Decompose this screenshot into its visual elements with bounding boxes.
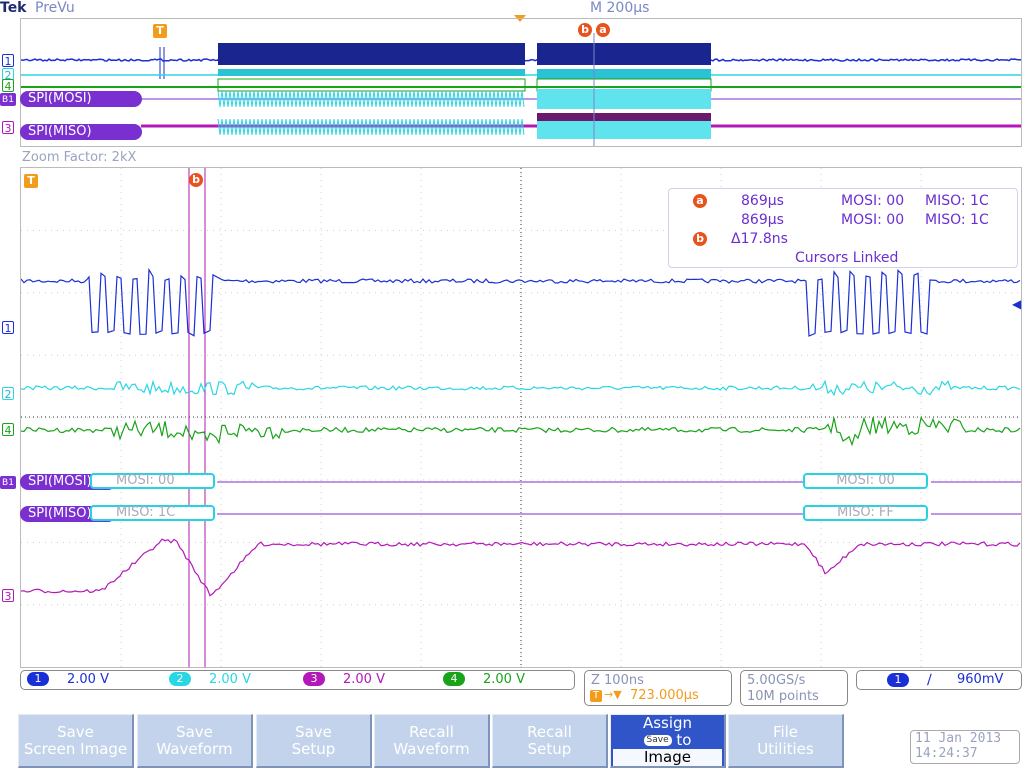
readout-b-miso: MISO: 1C	[925, 212, 989, 228]
cursor-readout-panel: a 869µs MOSI: 00 MISO: 1C 869µs MOSI: 00…	[668, 188, 1018, 268]
timebase-readout: M 200µs	[590, 0, 650, 16]
ch3-scale-badge: 3	[303, 672, 325, 686]
cursor-b-marker[interactable]: b	[578, 23, 592, 37]
trigger-offset-icon: T	[590, 690, 602, 702]
miso-packet-2[interactable]: MISO: FF	[803, 505, 928, 521]
overview-miso-activity	[537, 113, 711, 121]
record-length: 10M points	[747, 689, 819, 704]
button-label-line1: File	[772, 722, 799, 741]
readout-delta: Δ17.8ns	[731, 231, 788, 247]
mosi-packet-2[interactable]: MOSI: 00	[803, 473, 928, 489]
button-label-line2: Waveform	[393, 739, 470, 758]
button-label-line2: Save to	[611, 732, 724, 749]
overview-ch1-marker[interactable]: 1	[2, 54, 14, 68]
date: 11 Jan 2013	[915, 731, 1002, 746]
ch3-trace	[21, 538, 1021, 597]
sample-rate: 5.00GS/s	[747, 673, 806, 688]
overview-ch4-marker[interactable]: 4	[2, 79, 14, 93]
overview-bus-marker[interactable]: B1	[0, 93, 16, 106]
cursor-a-marker[interactable]: a	[596, 23, 610, 37]
button-label-line1: Assign	[642, 714, 693, 732]
button-label-to: to	[676, 731, 692, 749]
overview-miso-bus-label[interactable]: SPI(MISO)	[20, 124, 142, 140]
ch4-scale-badge: 4	[443, 672, 465, 686]
readout-a-miso: MISO: 1C	[925, 193, 989, 209]
readout-a-time: 869µs	[741, 193, 784, 209]
trigger-marker-icon[interactable]: T	[153, 24, 167, 38]
miso-packet-1[interactable]: MISO: 1C	[90, 505, 215, 521]
acquisition-readout[interactable]: 5.00GS/s 10M points	[740, 670, 848, 706]
button-label-line1: Recall	[527, 722, 572, 741]
zoom-ch4-marker[interactable]: 4	[2, 423, 14, 437]
vertical-scale-readout[interactable]: 1 2.00 V 2 2.00 V 3 2.00 V 4 2.00 V	[20, 670, 575, 690]
button-label-line1: Recall	[409, 722, 454, 741]
trigger-arrow-icon: →▼	[604, 688, 622, 701]
zoom-bus-marker[interactable]: B1	[0, 476, 16, 489]
ch3-scale-value: 2.00 V	[343, 672, 385, 687]
ch1-offset-arrow-icon: ◀	[1012, 297, 1022, 311]
readout-cursors-linked: Cursors Linked	[795, 250, 899, 266]
date-time-display: 11 Jan 2013 14:24:37	[910, 730, 1020, 764]
brand-logo: Tek	[0, 0, 27, 16]
overview-waveforms	[21, 33, 1021, 146]
button-label-line1: Save	[176, 722, 213, 741]
overview-mosi-burst-2	[537, 89, 711, 109]
zoom-cursor-b-marker[interactable]: b	[189, 173, 203, 187]
time: 14:24:37	[915, 746, 978, 761]
mosi-packet-1[interactable]: MOSI: 00	[90, 473, 215, 489]
zoom-factor: Zoom Factor: 2kX	[22, 150, 137, 165]
ch2-scale-value: 2.00 V	[209, 672, 251, 687]
recall-setup-button[interactable]: Recall Setup	[492, 714, 608, 768]
recall-waveform-button[interactable]: Recall Waveform	[374, 714, 490, 768]
readout-b-time: 869µs	[741, 212, 784, 228]
ch2-scale-badge: 2	[169, 672, 191, 686]
readout-cursor-b-icon: b	[693, 232, 707, 246]
overview-ch2-burst-2	[537, 69, 711, 79]
zoom-trigger-marker-icon[interactable]: T	[24, 174, 38, 188]
overview-ch3-marker[interactable]: 3	[2, 121, 14, 135]
overview-ch2-burst-1	[218, 69, 525, 76]
save-waveform-button[interactable]: Save Waveform	[137, 714, 253, 768]
button-label-line2: Setup	[527, 739, 572, 758]
save-key-icon: Save	[643, 735, 672, 746]
trigger-readout[interactable]: 1 ∕ 960mV	[856, 670, 1022, 690]
zoom-scale: Z 100ns	[591, 673, 644, 688]
button-label-line2: Utilities	[757, 739, 814, 758]
readout-a-mosi: MOSI: 00	[841, 193, 905, 209]
horizontal-readout[interactable]: Z 100ns T →▼ 723.000µs	[584, 670, 732, 706]
save-setup-button[interactable]: Save Setup	[256, 714, 372, 768]
zoom-ch3-marker[interactable]: 3	[2, 589, 14, 603]
acquisition-mode: PreVu	[35, 0, 75, 16]
overview-panel[interactable]	[20, 18, 1022, 147]
file-utilities-button[interactable]: File Utilities	[728, 714, 844, 768]
overview-ch1-burst-1	[218, 43, 525, 65]
button-label-line1: Save	[295, 722, 332, 741]
button-label-line1: Save	[57, 722, 94, 741]
ch1-scale-value: 2.00 V	[67, 672, 109, 687]
zoom-ch1-marker[interactable]: 1	[2, 321, 14, 335]
button-label-line2: Waveform	[156, 739, 233, 758]
readout-cursor-a-icon: a	[693, 194, 707, 208]
ch1-trace	[21, 267, 1021, 337]
zoom-ch2-marker[interactable]: 2	[2, 387, 14, 401]
ch4-scale-value: 2.00 V	[483, 672, 525, 687]
rising-edge-icon: ∕	[927, 672, 932, 688]
button-label-line2: Screen Image	[23, 739, 128, 758]
save-screen-image-button[interactable]: Save Screen Image	[18, 714, 134, 768]
button-label-line2: Setup	[291, 739, 336, 758]
overview-mosi-bus-label[interactable]: SPI(MOSI)	[20, 91, 142, 107]
overview-ch1-burst-2	[537, 43, 711, 65]
ch1-scale-badge: 1	[27, 672, 49, 686]
readout-b-mosi: MOSI: 00	[841, 212, 905, 228]
assign-save-button[interactable]: Assign Save to Image	[610, 714, 726, 768]
trigger-source-badge: 1	[887, 673, 909, 687]
trigger-position: 723.000µs	[630, 688, 699, 703]
overview-ch4-burst-1	[217, 78, 526, 92]
trigger-level: 960mV	[957, 672, 1004, 687]
button-label-line3: Image	[613, 749, 722, 766]
